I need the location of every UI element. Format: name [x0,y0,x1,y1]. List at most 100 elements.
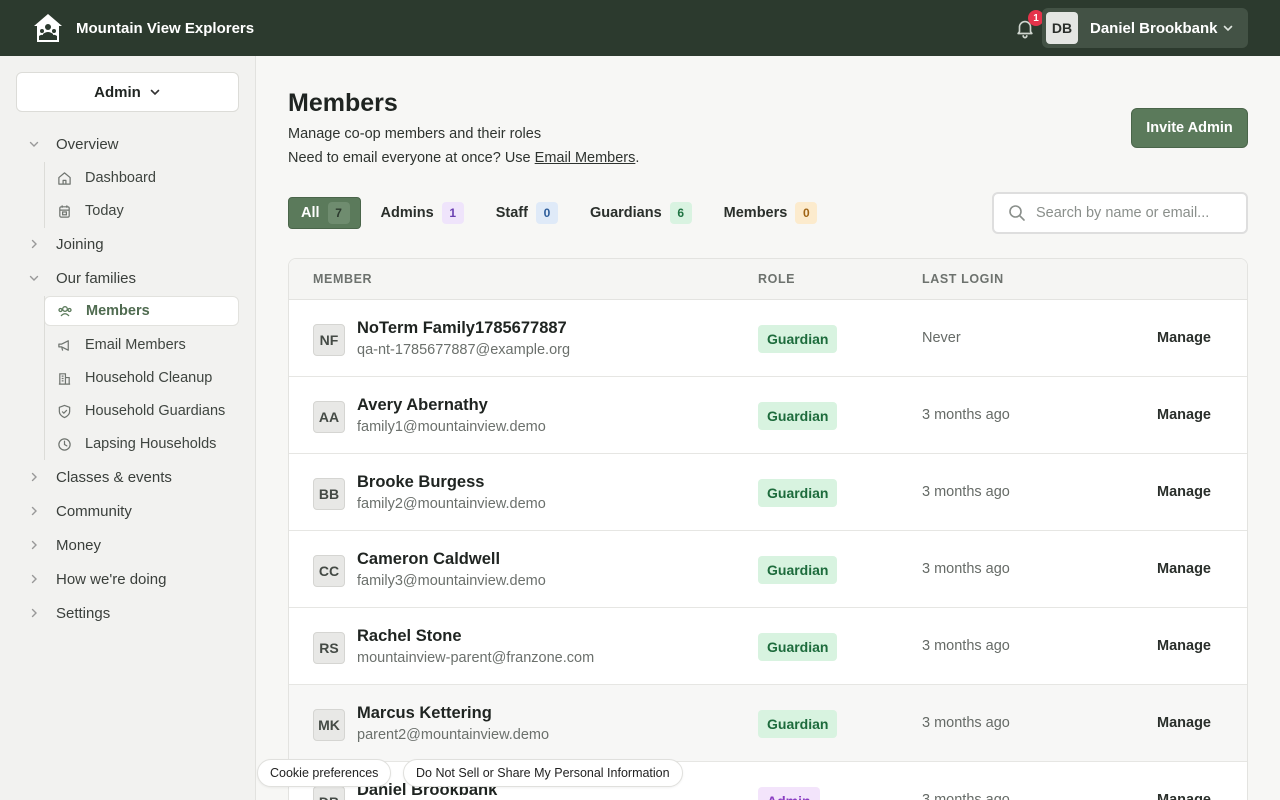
top-bar: Mountain View Explorers 1 DB Daniel Broo… [0,0,1280,56]
megaphone-icon [56,337,72,353]
chevron-right-icon [24,467,44,487]
nav-group-label: Money [56,536,102,554]
sidebar-item-household-cleanup[interactable]: Household Cleanup [44,363,239,393]
nav-group-how-were-doing[interactable]: How we're doing [24,567,166,591]
last-login: 3 months ago [922,407,1010,423]
nav-group-classes-events[interactable]: Classes & events [24,465,172,489]
avatar: DB [313,786,345,800]
brand[interactable]: Mountain View Explorers [32,12,254,44]
tab-admins[interactable]: Admins 1 [369,197,476,229]
column-header-role[interactable]: ROLE [758,272,795,286]
tab-label: Admins [380,205,434,221]
table-row[interactable]: BB Brooke Burgess family2@mountainview.d… [289,454,1247,531]
table-header: MEMBER ROLE LAST LOGIN [289,259,1247,300]
nav-group-money[interactable]: Money [24,533,101,557]
last-login: 3 months ago [922,792,1010,800]
avatar: NF [313,324,345,356]
page-title: Members [288,89,398,117]
chevron-right-icon [24,569,44,589]
table-row[interactable]: NF NoTerm Family1785677887 qa-nt-1785677… [289,300,1247,377]
table-row[interactable]: RS Rachel Stone mountainview-parent@fran… [289,608,1247,685]
chevron-down-icon [1223,25,1233,32]
member-name: NoTerm Family1785677887 [357,319,567,337]
nav-group-overview[interactable]: Overview [24,132,119,156]
last-login: 3 months ago [922,484,1010,500]
user-name: Daniel Brookbank [1090,19,1218,37]
manage-button[interactable]: Manage [1157,792,1211,800]
sidebar-item-household-guardians[interactable]: Household Guardians [44,396,239,426]
member-email: mountainview-parent@franzone.com [357,650,595,666]
house-logo-icon [34,14,62,42]
nav-group-settings[interactable]: Settings [24,601,110,625]
search-icon [1009,205,1025,221]
last-login: 3 months ago [922,561,1010,577]
table-row[interactable]: CC Cameron Caldwell family3@mountainview… [289,531,1247,608]
members-table: MEMBER ROLE LAST LOGIN NF NoTerm Family1… [288,258,1248,800]
user-avatar: DB [1046,12,1078,44]
building-icon [56,370,72,386]
invite-admin-button[interactable]: Invite Admin [1131,108,1248,148]
search-box [992,192,1248,234]
avatar: AA [313,401,345,433]
manage-button[interactable]: Manage [1157,484,1211,500]
role-badge: Guardian [758,479,838,507]
manage-button[interactable]: Manage [1157,561,1211,577]
role-select[interactable]: Admin [16,72,239,112]
manage-button[interactable]: Manage [1157,715,1211,731]
nav-group-label: Our families [56,269,137,287]
manage-button[interactable]: Manage [1157,407,1211,423]
nav-group-our-families[interactable]: Our families [24,266,136,290]
member-email: parent2@mountainview.demo [357,727,550,743]
sidebar-item-today[interactable]: Today [44,196,239,226]
search-input[interactable] [1036,205,1226,221]
member-name: Cameron Caldwell [357,550,501,568]
chevron-right-icon [24,501,44,521]
chevron-down-icon [24,134,44,154]
nav-group-label: Classes & events [56,468,172,486]
member-name: Brooke Burgess [357,473,485,491]
manage-button[interactable]: Manage [1157,330,1211,346]
member-email: family2@mountainview.demo [357,496,546,512]
sidebar-item-label: Dashboard [85,170,156,186]
role-badge: Guardian [758,556,838,584]
role-badge: Guardian [758,633,838,661]
role-badge: Guardian [758,710,838,738]
sidebar-item-label: Today [85,203,124,219]
home-icon [56,170,72,186]
tab-guardians[interactable]: Guardians 6 [578,197,704,229]
sidebar-item-label: Household Guardians [85,403,226,419]
tab-count: 7 [327,202,350,224]
email-members-link[interactable]: Email Members [535,150,636,166]
sidebar-item-members[interactable]: Members [44,296,239,326]
email-hint-prefix: Need to email everyone at once? Use [288,150,535,166]
user-menu-button[interactable]: DB Daniel Brookbank [1042,8,1248,48]
role-badge: Admin [758,787,820,800]
role-badge: Guardian [758,325,838,353]
nav-group-joining[interactable]: Joining [24,232,104,256]
tab-count: 0 [795,202,818,224]
column-header-last-login[interactable]: LAST LOGIN [922,272,1004,286]
tab-members[interactable]: Members 0 [712,197,830,229]
sidebar-item-label: Household Cleanup [85,370,213,386]
do-not-sell-button[interactable]: Do Not Sell or Share My Personal Informa… [403,759,683,787]
sidebar-item-lapsing-households[interactable]: Lapsing Households [44,429,239,459]
nav-group-community[interactable]: Community [24,499,132,523]
table-row[interactable]: MK Marcus Kettering parent2@mountainview… [289,685,1247,762]
tab-count: 1 [441,202,464,224]
tab-label: Staff [495,205,528,221]
nav-group-label: Overview [56,135,119,153]
last-login: 3 months ago [922,638,1010,654]
sidebar-item-dashboard[interactable]: Dashboard [44,163,239,193]
page-subtitle: Manage co-op members and their roles [288,126,542,142]
sidebar-item-email-members[interactable]: Email Members [44,330,239,360]
nav-group-label: Community [56,502,132,520]
member-name: Marcus Kettering [357,704,492,722]
sidebar-item-label: Members [86,303,150,319]
column-header-member[interactable]: MEMBER [313,272,372,286]
manage-button[interactable]: Manage [1157,638,1211,654]
tab-staff[interactable]: Staff 0 [484,197,570,229]
sidebar-item-label: Email Members [85,337,186,353]
cookie-preferences-button[interactable]: Cookie preferences [257,759,392,787]
tab-all[interactable]: All 7 [288,197,361,229]
table-row[interactable]: AA Avery Abernathy family1@mountainview.… [289,377,1247,454]
